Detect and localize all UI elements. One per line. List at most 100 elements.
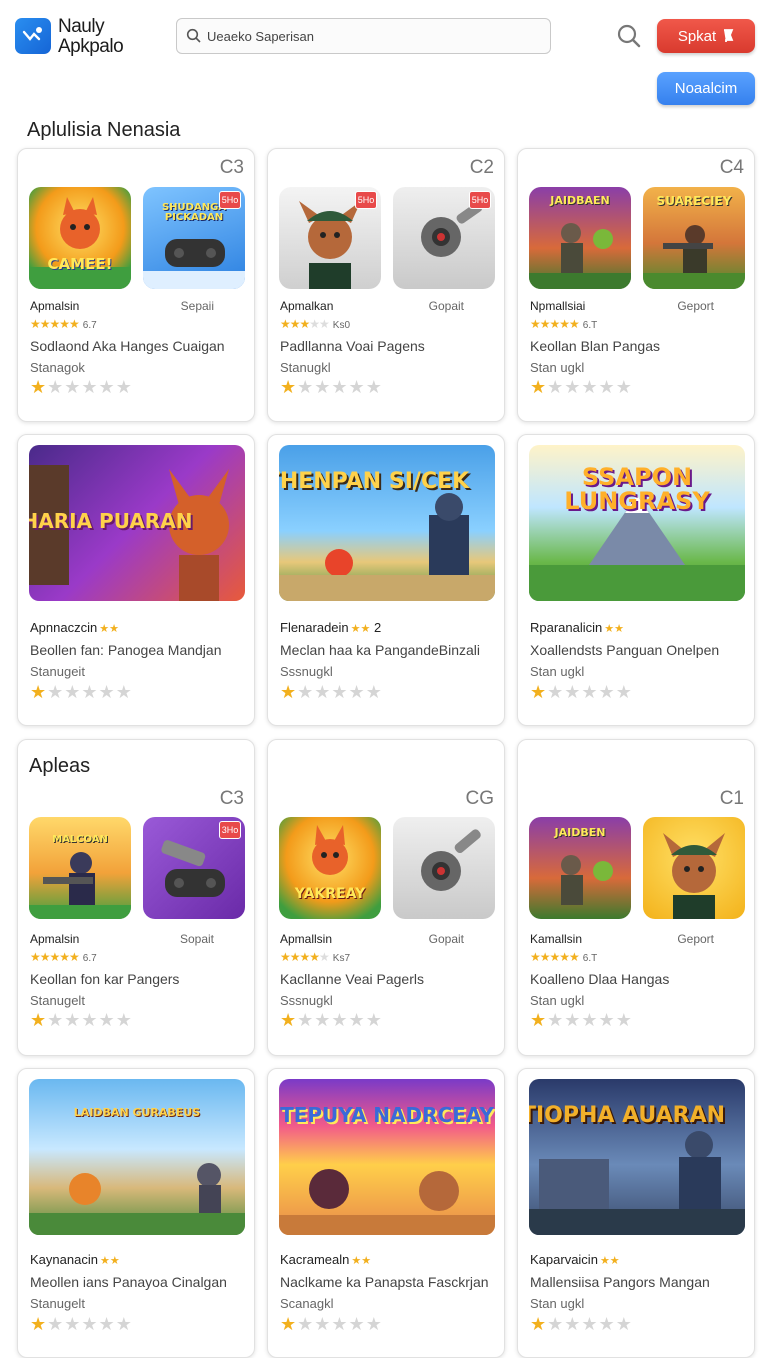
app-thumbnail[interactable]: 5Ho	[279, 187, 381, 289]
thumbnail-text: YAKREAY	[294, 886, 366, 902]
app-card[interactable]: CG YAKREAY Apmallsin Gopait ★★★★★ Ks7 Kac…	[267, 739, 505, 1056]
small-rating: ★★★★★ 6.7	[30, 317, 97, 331]
featured-card[interactable]: LAIDBAN GURABEUS Kaynanacin ★★ Meollen ia…	[17, 1068, 255, 1358]
app-description: Beollen fan: Panogea Mandjan	[30, 642, 222, 658]
app-description: Naclkame ka Panapsta Fasckrjan	[280, 1274, 489, 1290]
app-subtitle: Sssnugkl	[280, 993, 333, 1008]
app-publisher: Sepaii	[180, 299, 214, 313]
app-description: Koalleno Dlaa Hangas	[530, 971, 670, 987]
featured-banner[interactable]: TIOPHA AUARAN	[529, 1079, 745, 1235]
badge: 5Ho	[219, 191, 241, 209]
small-rating: ★★★★★ Ks0	[280, 317, 351, 331]
banner-text: HARIA PUARAN	[29, 509, 193, 533]
app-logo-icon[interactable]	[15, 18, 51, 54]
app-name: Apnnaczcin ★★	[30, 620, 119, 635]
rating-value: 6.T	[582, 320, 598, 331]
banner-text: THENPAN SI/CEK	[279, 469, 470, 494]
app-thumbnail[interactable]: JAIDBEN	[529, 817, 631, 919]
rating-value: 6.7	[82, 953, 97, 964]
star-rating[interactable]: ★★★★★★	[30, 377, 133, 398]
app-publisher: Gopait	[428, 932, 464, 946]
star-rating[interactable]: ★★★★★★	[280, 682, 383, 703]
app-card[interactable]: C2 5Ho 5Ho Apmalkan Gopait ★★★★★ Ks0 Padl…	[267, 148, 505, 422]
app-name-text: Rparanalicin	[530, 620, 603, 635]
thumbnail-text: MALCOAN	[52, 834, 108, 845]
spkat-button[interactable]: Spkat	[657, 19, 755, 53]
app-subtitle: Stanagok	[30, 360, 85, 375]
app-thumbnail[interactable]: CAMEE!	[29, 187, 131, 289]
thumbnail-text: SUARECIEY	[656, 194, 732, 208]
app-card[interactable]: Apleas C3 MALCOAN 3Ho Apmalsin Sopait ★★…	[17, 739, 255, 1056]
star-rating[interactable]: ★★★★★★	[280, 377, 383, 398]
app-description: Keollan fon kar Pangers	[30, 971, 180, 987]
featured-banner[interactable]: SSAPON LUNGRASY	[529, 445, 745, 601]
rating-value: Ks0	[332, 320, 351, 331]
app-thumbnail[interactable]: 3Ho	[143, 817, 245, 919]
star-rating[interactable]: ★★★★★★	[530, 377, 633, 398]
flag-icon	[724, 29, 734, 42]
star-rating[interactable]: ★★★★★★	[280, 1314, 383, 1335]
star-rating[interactable]: ★★★★★★	[280, 1010, 383, 1031]
brand-name: Nauly Apkpalo	[58, 17, 124, 57]
noaalcim-button[interactable]: Noaalcim	[657, 72, 755, 105]
card-code: C2	[469, 157, 494, 178]
app-thumbnail[interactable]: MALCOAN	[29, 817, 131, 919]
app-thumbnail[interactable]: 5Ho	[393, 187, 495, 289]
app-description: Xoallendsts Panguan Onelpen	[530, 642, 720, 658]
app-title: Apmalsin	[30, 932, 80, 946]
search-bar[interactable]	[176, 18, 551, 54]
app-card[interactable]: C4 JAIDBAEN SUARECIEY Npmallsiai Geport …	[517, 148, 755, 422]
star-rating[interactable]: ★★★★★★	[530, 1314, 633, 1335]
app-thumbnail[interactable]: JAIDBAEN	[529, 187, 631, 289]
card-code: C3	[219, 157, 244, 178]
app-description: Keollan Blan Pangas	[530, 338, 660, 354]
search-icon	[186, 28, 201, 43]
app-thumbnail[interactable]	[393, 817, 495, 919]
app-description: Mallensiisa Pangors Mangan	[530, 1274, 710, 1290]
thumbnail-text: JAIDBEN	[554, 826, 606, 839]
app-publisher: Geport	[677, 299, 714, 313]
app-description: Padllanna Voai Pagens	[280, 338, 425, 354]
small-rating: ★★★★★ 6.7	[30, 950, 97, 964]
app-thumbnail[interactable]: SUARECIEY	[643, 187, 745, 289]
featured-card[interactable]: SSAPON LUNGRASY Rparanalicin ★★ Xoallends…	[517, 434, 755, 726]
search-input[interactable]	[207, 25, 537, 47]
section-title-2: Apleas	[29, 755, 91, 777]
app-card[interactable]: C1 JAIDBEN Kamallsin Geport ★★★★★ 6.T Koa…	[517, 739, 755, 1056]
app-subtitle: Stan ugkl	[530, 993, 585, 1008]
app-thumbnail[interactable]: YAKREAY	[279, 817, 381, 919]
card-code: C3	[219, 788, 244, 809]
badge: 5Ho	[355, 191, 377, 209]
app-name: Kaparvaicin ★★	[530, 1252, 620, 1267]
app-name: Kaynanacin ★★	[30, 1252, 120, 1267]
star-rating[interactable]: ★★★★★★	[30, 1314, 133, 1335]
app-thumbnail[interactable]: SHUDANGA PICKADAN 5Ho	[143, 187, 245, 289]
app-subtitle: Stan ugkl	[530, 360, 585, 375]
badge: 5Ho	[469, 191, 491, 209]
featured-card[interactable]: HARIA PUARAN Apnnaczcin ★★ Beollen fan: P…	[17, 434, 255, 726]
header-search-icon[interactable]	[616, 23, 642, 49]
rating-value: Ks7	[332, 953, 351, 964]
featured-banner[interactable]: THENPAN SI/CEK	[279, 445, 495, 601]
spkat-button-label: Spkat	[677, 27, 717, 45]
app-name: Rparanalicin ★★	[530, 620, 624, 635]
star-rating[interactable]: ★★★★★★	[530, 1010, 633, 1031]
star-rating[interactable]: ★★★★★★	[30, 682, 133, 703]
featured-banner[interactable]: LAIDBAN GURABEUS	[29, 1079, 245, 1235]
app-card[interactable]: C3 CAMEE! SHUDANGA PICKADAN 5Ho Apmalsin…	[17, 148, 255, 422]
app-description: Meollen ians Panayoa Cinalgan	[30, 1274, 227, 1290]
featured-banner[interactable]: HARIA PUARAN	[29, 445, 245, 601]
small-rating: ★★★★★ 6.T	[530, 950, 598, 964]
app-title: Apmallsin	[280, 932, 333, 946]
star-rating[interactable]: ★★★★★★	[530, 682, 633, 703]
app-subtitle: Stanugelt	[30, 993, 85, 1008]
app-name: Kacramealn ★★	[280, 1252, 372, 1267]
featured-card[interactable]: TIOPHA AUARAN Kaparvaicin ★★ Mallensiisa …	[517, 1068, 755, 1358]
featured-banner[interactable]: TEPUYA NADRCEAY	[279, 1079, 495, 1235]
app-subtitle: Scanagkl	[280, 1296, 334, 1311]
app-thumbnail[interactable]	[643, 817, 745, 919]
app-name-extra: 2	[374, 620, 382, 635]
featured-card[interactable]: TEPUYA NADRCEAY Kacramealn ★★ Naclkame ka…	[267, 1068, 505, 1358]
star-rating[interactable]: ★★★★★★	[30, 1010, 133, 1031]
featured-card[interactable]: THENPAN SI/CEK Flenaradein ★★ 2 Meclan ha…	[267, 434, 505, 726]
